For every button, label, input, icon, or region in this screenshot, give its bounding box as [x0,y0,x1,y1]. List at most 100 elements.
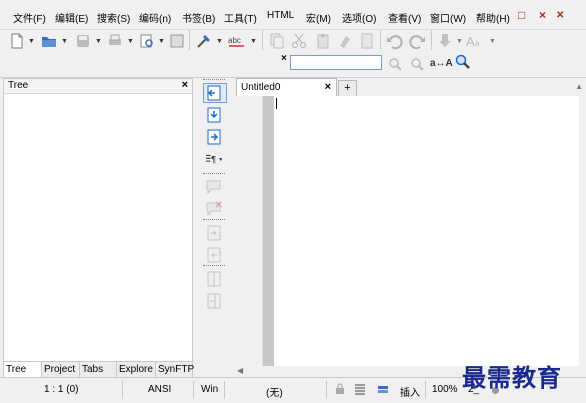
comment-add-icon[interactable] [204,178,224,196]
menu-file[interactable]: 文件(F) [13,10,46,25]
paragraph-icon[interactable]: ¶ ▼ [204,150,232,168]
chevron-down-icon[interactable]: ▼ [456,38,463,45]
chevron-down-icon[interactable]: ▼ [61,38,68,45]
line-number-margin [234,96,263,366]
encoding-indicator[interactable]: ANSI [148,384,171,395]
tab-tabs[interactable]: Tabs [80,362,117,378]
unindent-icon[interactable] [204,246,224,264]
redo-icon[interactable] [409,32,427,50]
menu-options[interactable]: 选项(O) [342,10,376,25]
tab-project[interactable]: Project [42,362,80,378]
menu-html[interactable]: HTML [267,10,294,21]
find-input[interactable] [290,55,382,70]
tree-close-icon[interactable]: × [182,79,188,91]
match-case-button[interactable]: a↔A [430,58,453,69]
scroll-up-icon[interactable]: ▲ [575,82,583,91]
toolbar-grip[interactable] [203,173,225,175]
insert-mode-indicator[interactable]: 插入 [400,384,420,399]
add-tab-button[interactable]: + [338,80,357,96]
print-preview-icon[interactable] [138,32,156,50]
toolbar-divider [380,30,381,50]
tab-close-icon[interactable]: × [325,79,331,96]
undo-icon[interactable] [385,32,403,50]
wrap-icon[interactable] [377,383,389,395]
toolbar-divider [189,30,190,50]
comment-remove-icon[interactable] [204,200,224,218]
page-setup-icon[interactable] [168,32,186,50]
pin-button[interactable]: ✕ [556,10,564,21]
menu-bar: 文件(F) 编辑(E) 搜索(S) 编码(n) 书签(B) 工具(T) HTML… [0,0,586,30]
clear-icon[interactable] [336,32,354,50]
expand-icon[interactable] [204,128,224,146]
svg-text:A: A [466,34,475,49]
vertical-scrollbar[interactable] [579,96,586,366]
download-icon[interactable] [436,32,454,50]
font-size-icon[interactable]: Aa [466,32,488,50]
collapse-icon[interactable] [203,83,227,103]
editor-tab-bar: Untitled0 × + ▲ [234,78,586,96]
move-down-icon[interactable] [204,106,224,124]
toolbar-divider [431,30,432,50]
chevron-down-icon[interactable]: ▼ [216,38,223,45]
new-file-icon[interactable] [8,32,26,50]
toolbar-grip[interactable] [203,79,225,81]
find-close-icon[interactable]: × [281,53,287,64]
tab-untitled0[interactable]: Untitled0 × [236,78,337,96]
close-doc-button[interactable]: × [539,8,546,22]
spellcheck-icon[interactable]: abc [228,32,246,50]
cut-icon[interactable] [290,32,308,50]
syntax-indicator[interactable]: (无) [266,384,283,399]
zoom-level[interactable]: 100% [432,384,458,395]
menu-edit[interactable]: 编辑(E) [55,10,88,25]
line-ending-indicator[interactable]: Win [201,384,218,395]
chevron-down-icon[interactable]: ▼ [158,38,165,45]
editor-area[interactable] [234,96,586,366]
tab-tree[interactable]: Tree [4,362,42,378]
status-divider [326,381,327,399]
open-folder-icon[interactable] [40,32,58,50]
indent-icon[interactable] [204,224,224,242]
lock-icon[interactable] [334,383,346,395]
menu-tools[interactable]: 工具(T) [224,10,257,25]
chevron-down-icon[interactable]: ▼ [250,38,257,45]
menu-search[interactable]: 搜索(S) [97,10,130,25]
toolbar-grip[interactable] [203,219,225,221]
status-divider [122,381,123,399]
find-next-icon[interactable] [408,55,426,73]
status-divider [193,381,194,399]
chevron-down-icon[interactable]: ▼ [28,38,35,45]
menu-view[interactable]: 查看(V) [388,10,421,25]
copy-icon[interactable] [268,32,286,50]
main-toolbar: ▼ ▼ ▼ ▼ ▼ ▼ abc ▼ ▼ Aa ▼ × a↔A [0,30,586,78]
cursor-position: 1 : 1 (0) [44,384,79,395]
search-icon[interactable] [454,53,472,71]
fold-margin [263,96,274,366]
menu-help[interactable]: 帮助(H) [476,10,510,25]
select-all-icon[interactable] [358,32,376,50]
tab-explore[interactable]: Explore [117,362,156,378]
menu-window[interactable]: 窗口(W) [430,10,466,25]
chevron-down-icon[interactable]: ▼ [95,38,102,45]
toolbar-grip[interactable] [203,265,225,267]
svg-text:a: a [475,39,480,48]
menu-bookmarks[interactable]: 书签(B) [182,10,215,25]
find-prev-icon[interactable] [386,55,404,73]
menu-encoding[interactable]: 编码(n) [139,10,171,25]
column-left-icon[interactable] [204,270,224,288]
print-icon[interactable] [106,32,124,50]
column-right-icon[interactable] [204,292,224,310]
tree-content[interactable] [4,94,192,361]
chevron-down-icon[interactable]: ▼ [127,38,134,45]
save-icon[interactable] [74,32,92,50]
chevron-down-icon[interactable]: ▼ [489,38,496,45]
menu-macro[interactable]: 宏(M) [306,10,331,25]
tree-panel-tabs: Tree Project Tabs Explore SynFTP [4,361,194,378]
toolbar-divider [262,30,263,50]
svg-text:¶: ¶ [211,155,216,165]
align-icon[interactable] [354,383,366,395]
scroll-left-icon[interactable]: ◀ [237,366,243,375]
paste-icon[interactable] [314,32,332,50]
tab-synftp[interactable]: SynFTP [156,362,194,378]
tools-icon[interactable] [195,32,213,50]
restore-button[interactable]: □ [518,8,525,22]
